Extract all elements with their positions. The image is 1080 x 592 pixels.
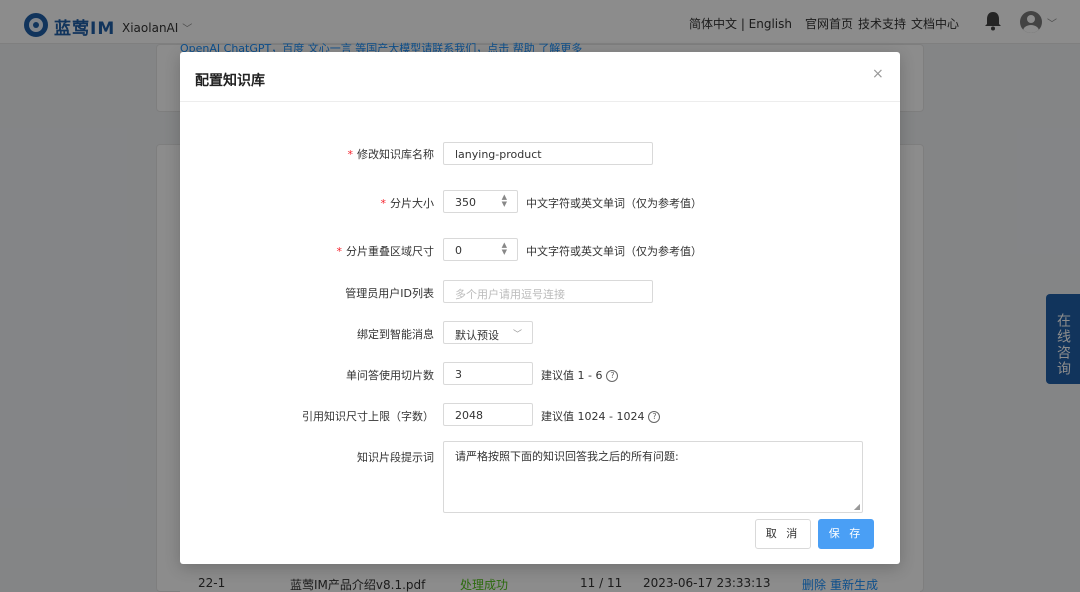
bind-select[interactable]: 默认预设 ﹀ bbox=[443, 321, 533, 344]
modal-header: 配置知识库 × bbox=[180, 52, 900, 102]
chunk-size-hint: 中文字符或英文单词（仅为参考值） bbox=[526, 197, 702, 210]
save-button[interactable]: 保 存 bbox=[818, 519, 874, 549]
help-icon[interactable]: ? bbox=[648, 411, 661, 423]
overlap-label: * 分片重叠区域尺寸 bbox=[336, 245, 435, 258]
prompt-textarea[interactable]: 请严格按照下面的知识回答我之后的所有问题: ◢ bbox=[443, 441, 863, 513]
resize-handle-icon[interactable]: ◢ bbox=[854, 502, 860, 511]
chunk-size-stepper[interactable]: 350 ▲ ▼ bbox=[443, 190, 518, 213]
chunk-size-label: * 分片大小 bbox=[380, 197, 435, 210]
help-icon[interactable]: ? bbox=[606, 370, 619, 382]
required-mark: * bbox=[336, 245, 343, 258]
kb-name-input[interactable]: lanying-product bbox=[443, 142, 653, 165]
ref-limit-label: 引用知识尺寸上限（字数） bbox=[302, 410, 434, 423]
ref-limit-hint: 建议值 1024 - 1024? bbox=[541, 408, 661, 424]
overlap-hint: 中文字符或英文单词（仅为参考值） bbox=[526, 245, 702, 258]
chunks-per-q-label: 单问答使用切片数 bbox=[346, 369, 434, 382]
prompt-label: 知识片段提示词 bbox=[357, 451, 434, 464]
required-mark: * bbox=[380, 197, 387, 210]
overlap-stepper[interactable]: 0 ▲ ▼ bbox=[443, 238, 518, 261]
chevron-down-icon: ﹀ bbox=[512, 330, 522, 340]
modal-title: 配置知识库 bbox=[195, 73, 265, 89]
stepper-arrows-icon[interactable]: ▲ ▼ bbox=[502, 194, 507, 208]
close-icon[interactable]: × bbox=[872, 66, 884, 82]
chunks-per-q-input[interactable]: 3 bbox=[443, 362, 533, 385]
config-knowledge-base-modal: 配置知识库 × * 修改知识库名称 lanying-product * 分片大小 3… bbox=[180, 52, 900, 564]
bind-label: 绑定到智能消息 bbox=[357, 328, 434, 341]
name-label: * 修改知识库名称 bbox=[347, 148, 435, 161]
ref-limit-input[interactable]: 2048 bbox=[443, 403, 533, 426]
admin-ids-label: 管理员用户ID列表 bbox=[345, 287, 434, 300]
chunks-per-q-hint: 建议值 1 - 6? bbox=[541, 367, 619, 383]
stepper-arrows-icon[interactable]: ▲ ▼ bbox=[502, 242, 507, 256]
admin-ids-input[interactable]: 多个用户请用逗号连接 bbox=[443, 280, 653, 303]
cancel-button[interactable]: 取 消 bbox=[755, 519, 811, 549]
required-mark: * bbox=[347, 148, 354, 161]
